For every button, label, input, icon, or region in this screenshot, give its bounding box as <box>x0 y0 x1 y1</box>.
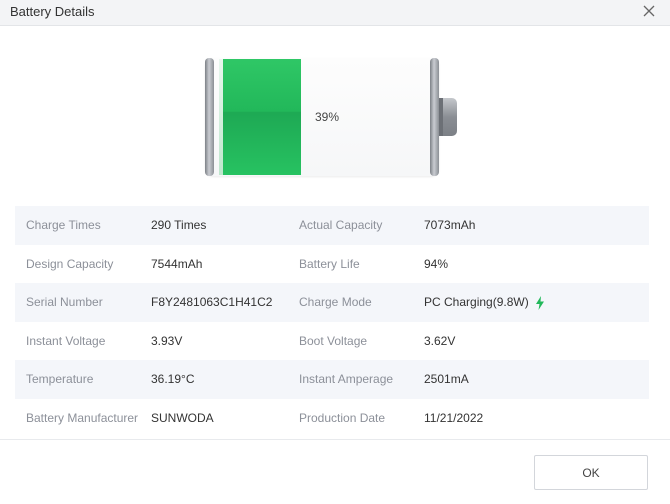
details-row: Temperature 36.19°C Instant Amperage 250… <box>15 360 649 399</box>
detail-value: F8Y2481063C1H41C2 <box>151 295 273 309</box>
detail-value: 11/21/2022 <box>424 410 484 425</box>
details-row: Instant Voltage 3.93V Boot Voltage 3.62V <box>15 322 649 361</box>
detail-label: Actual Capacity <box>299 218 383 232</box>
detail-label: Instant Amperage <box>299 372 394 386</box>
detail-label: Instant Voltage <box>26 333 106 348</box>
battery-cap-right <box>430 58 439 176</box>
footer-divider <box>0 439 670 440</box>
title-bar: Battery Details <box>0 0 670 26</box>
window-title: Battery Details <box>10 4 95 19</box>
close-icon[interactable] <box>642 4 656 18</box>
ok-button[interactable]: OK <box>534 455 648 490</box>
details-row: Battery Manufacturer SUNWODA Production … <box>15 399 649 438</box>
detail-value: PC Charging(9.8W) <box>424 283 545 322</box>
battery-body: 39% <box>205 58 439 176</box>
details-row: Design Capacity 7544mAh Battery Life 94% <box>15 245 649 284</box>
detail-value: 7073mAh <box>424 218 476 232</box>
battery-percent-label: 39% <box>315 110 340 124</box>
details-row: Charge Times 290 Times Actual Capacity 7… <box>15 206 649 245</box>
charge-mode-value: PC Charging(9.8W) <box>424 295 529 309</box>
detail-label: Serial Number <box>26 295 103 309</box>
detail-label: Battery Life <box>299 256 360 271</box>
detail-label: Production Date <box>299 410 386 425</box>
details-row: Serial Number F8Y2481063C1H41C2 Charge M… <box>15 283 649 322</box>
battery-details-table: Charge Times 290 Times Actual Capacity 7… <box>15 206 649 437</box>
detail-value: 94% <box>424 256 449 271</box>
battery-terminal <box>439 98 457 136</box>
detail-label: Design Capacity <box>26 256 114 271</box>
detail-value: 3.93V <box>151 333 183 348</box>
detail-value: 7544mAh <box>151 256 203 271</box>
battery-cap-left <box>205 58 214 176</box>
lightning-bolt-icon <box>535 295 544 310</box>
detail-value: SUNWODA <box>151 410 214 425</box>
battery-level-fill <box>219 59 301 175</box>
detail-label: Charge Mode <box>299 295 372 309</box>
detail-label: Boot Voltage <box>299 333 368 348</box>
detail-value: 2501mA <box>424 372 469 386</box>
detail-value: 290 Times <box>151 218 207 232</box>
battery-graphic: 39% <box>205 58 457 176</box>
battery-fill-highlight <box>219 59 223 175</box>
detail-value: 3.62V <box>424 333 456 348</box>
detail-value: 36.19°C <box>151 372 195 386</box>
detail-label: Charge Times <box>26 218 101 232</box>
detail-label: Battery Manufacturer <box>26 410 139 425</box>
detail-label: Temperature <box>26 372 94 386</box>
